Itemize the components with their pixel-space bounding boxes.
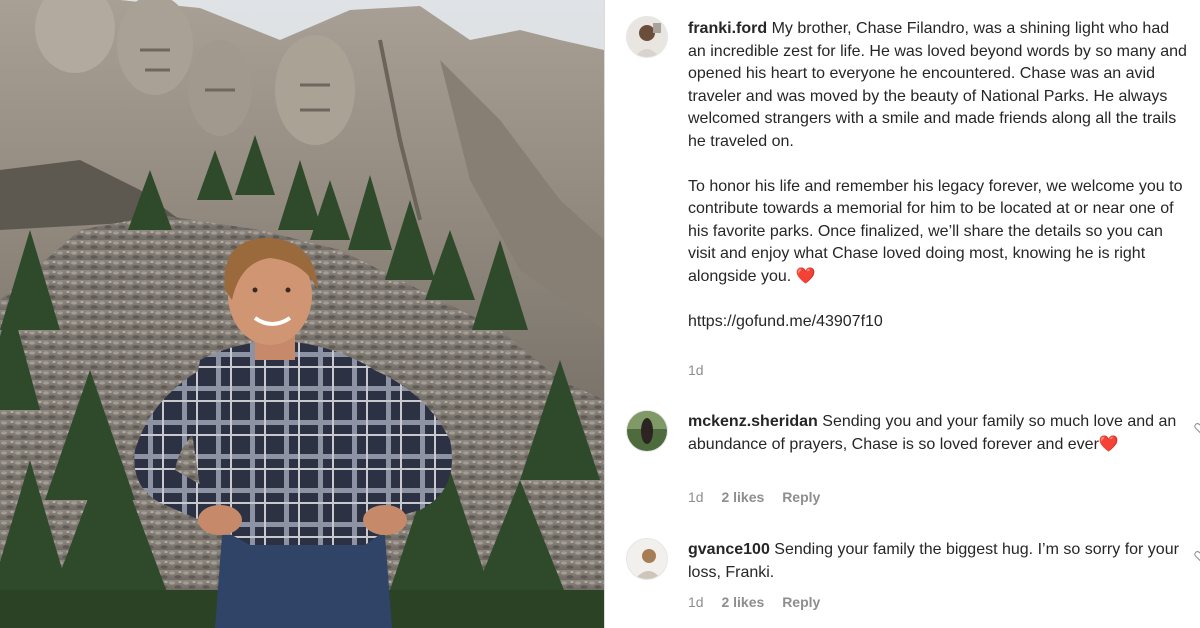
heart-outline-icon[interactable] [1194, 550, 1200, 562]
comment-username[interactable]: gvance100 [688, 541, 770, 558]
comment-timestamp: 1d [688, 594, 704, 610]
comment-meta: 1d 2 likes Reply [688, 489, 834, 505]
heart-outline-icon[interactable] [1194, 422, 1200, 434]
comment-timestamp: 1d [688, 489, 704, 505]
caption-meta: 1d [688, 362, 718, 378]
mount-rushmore-photo [0, 0, 604, 628]
comment-likes[interactable]: 2 likes [721, 594, 764, 610]
comment-likes[interactable]: 2 likes [721, 489, 764, 505]
avatar-image [627, 411, 667, 451]
caption-paragraph-2: To honor his life and remember his legac… [688, 177, 1183, 285]
post-photo[interactable] [0, 0, 604, 628]
author-avatar[interactable] [626, 16, 668, 58]
fundraiser-link[interactable]: https://gofund.me/43907f10 [688, 313, 883, 330]
reply-button[interactable]: Reply [782, 489, 820, 505]
avatar-image [627, 17, 667, 57]
caption-username[interactable]: franki.ford [688, 20, 767, 37]
commenter-avatar[interactable] [626, 538, 668, 580]
caption-timestamp: 1d [688, 362, 704, 378]
avatar-image [627, 539, 667, 579]
comments-panel[interactable]: franki.ford My brother, Chase Filandro, … [605, 0, 1200, 628]
comment-text: gvance100 Sending your family the bigges… [688, 539, 1188, 584]
caption-text: franki.ford My brother, Chase Filandro, … [688, 18, 1188, 333]
commenter-avatar[interactable] [626, 410, 668, 452]
reply-button[interactable]: Reply [782, 594, 820, 610]
comment-username[interactable]: mckenz.sheridan [688, 413, 818, 430]
caption-paragraph-1: My brother, Chase Filandro, was a shinin… [688, 20, 1187, 150]
comment-text: mckenz.sheridan Sending you and your fam… [688, 411, 1188, 456]
comment-meta: 1d 2 likes Reply [688, 594, 834, 610]
